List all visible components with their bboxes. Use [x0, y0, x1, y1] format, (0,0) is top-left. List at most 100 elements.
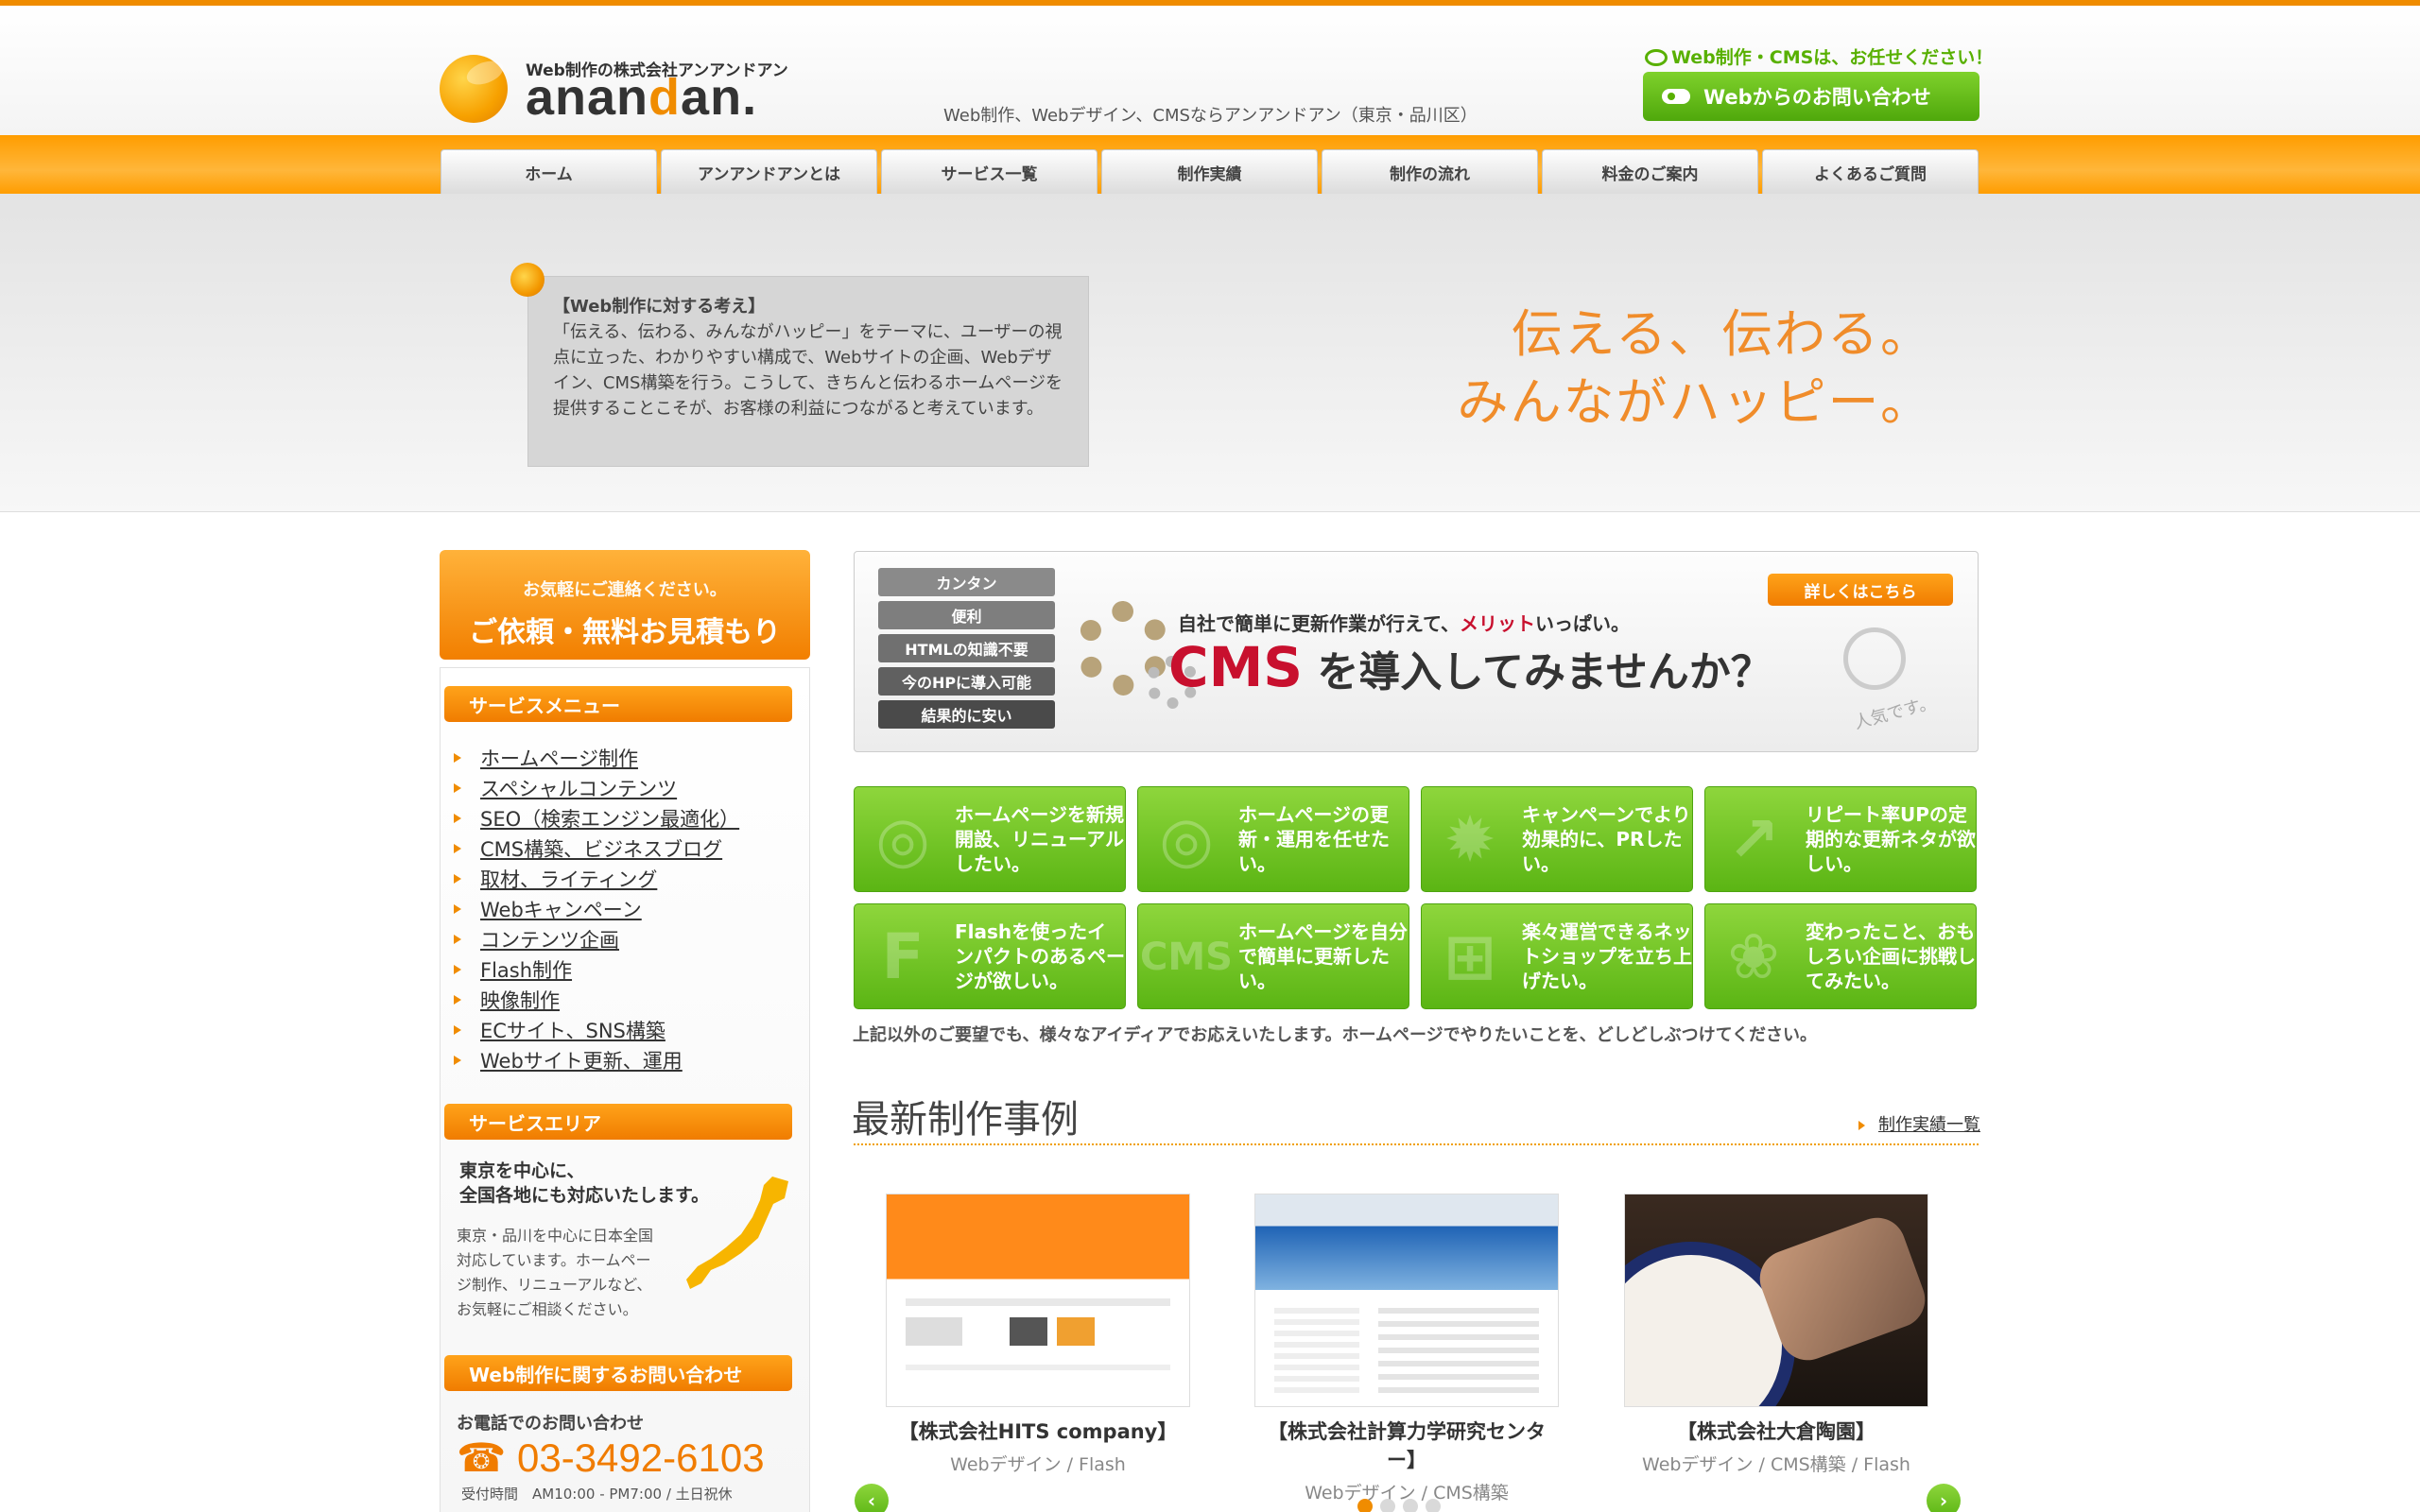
service-item[interactable]: コンテンツ企画 [454, 924, 739, 954]
catchcopy-line-1: 伝える、伝わる。 [1511, 304, 1933, 364]
work-card[interactable]: 【株式会社大倉陶園】 Webデザイン / CMS構築 / Flash [1624, 1194, 1928, 1476]
area-text-line: 東京・品川を中心に日本全国 [457, 1227, 654, 1245]
works-next-button[interactable]: › [1927, 1484, 1961, 1512]
work-thumbnail [886, 1194, 1190, 1407]
logo-wordmark[interactable]: anandan. [526, 68, 757, 127]
service-item[interactable]: SEO（検索エンジン最適化） [454, 803, 739, 833]
work-thumbnail [1624, 1194, 1928, 1407]
speech-bubble-icon [1645, 49, 1668, 66]
tile-label: Flashを使ったインパクトのあるページが欲しい。 [955, 920, 1125, 992]
tile-campaign[interactable]: ✹ キャンペーンでより効果的に、PRしたい。 [1421, 786, 1693, 892]
request-subtext: お気軽にご連絡ください。 [523, 580, 727, 600]
carousel-dot[interactable] [1426, 1499, 1441, 1512]
service-item[interactable]: ホームページ制作 [454, 743, 739, 773]
cms-headline: CMS を導入してみませんか？ [1168, 635, 1772, 699]
tile-label: リピート率UPの定期的な更新ネタが欲しい。 [1806, 803, 1976, 875]
header-speech: Web制作・CMSは、お任せください！ [1645, 43, 1993, 69]
work-thumbnail [1254, 1194, 1559, 1407]
cms-detail-button[interactable]: 詳しくはこちら [1768, 574, 1953, 606]
work-card[interactable]: 【株式会社計算力学研究センター】 Webデザイン / CMS構築 [1254, 1194, 1559, 1504]
area-text-line: お気軽にご相談ください。 [457, 1300, 638, 1318]
tile-new-site[interactable]: ◎ ホームページを新規開設、リニューアルしたい。 [854, 786, 1126, 892]
tel-number[interactable]: ☎ 03-3492-6103 [457, 1435, 765, 1481]
web-contact-button[interactable]: Webからのお問い合わせ [1643, 72, 1979, 121]
cms-subcopy: 自社で簡単に更新作業が行えて、メリットいっぱい。 [1178, 612, 1630, 635]
works-prev-button[interactable]: ‹ [855, 1484, 889, 1512]
tile-netshop[interactable]: ⊞ 楽々運営できるネットショップを立ち上げたい。 [1421, 903, 1693, 1009]
tel-hours: 受付時間 AM10:00 - PM7:00 / 土日祝休 [461, 1486, 733, 1503]
service-item[interactable]: 映像制作 [454, 985, 739, 1015]
mail-icon [1662, 89, 1690, 104]
service-item[interactable]: Flash制作 [454, 954, 739, 985]
tile-label: ホームページを新規開設、リニューアルしたい。 [955, 803, 1124, 875]
hero-section [0, 194, 2420, 512]
cms-icon: CMS [1140, 936, 1233, 979]
tile-unique[interactable]: ❀ 変わったこと、おもしろい企画に挑戦してみたい。 [1704, 903, 1977, 1009]
service-item[interactable]: Webキャンペーン [454, 894, 739, 924]
feature-tag: HTMLの知識不要 [878, 634, 1055, 662]
carousel-dot-active[interactable] [1357, 1499, 1373, 1512]
nav-works[interactable]: 制作実績 [1101, 149, 1318, 194]
trend-arrow-icon: ↗ [1727, 803, 1780, 876]
hero-catchcopy: 伝える、伝わる。 みんながハッピー。 [1458, 301, 1933, 437]
carousel-dot[interactable] [1380, 1499, 1395, 1512]
area-lead-line: 東京を中心に、 [459, 1160, 585, 1181]
carousel-dots [1357, 1499, 1441, 1512]
global-nav: ホーム アンアンドアンとは サービス一覧 制作実績 制作の流れ 料金のご案内 よ… [441, 149, 1979, 194]
burst-icon: ✹ [1443, 803, 1496, 876]
work-caption: 【株式会社HITS company】 [898, 1420, 1178, 1443]
service-item[interactable]: スペシャルコンテンツ [454, 773, 739, 803]
service-area-heading: サービスエリア [444, 1104, 792, 1140]
paw-icon: ❀ [1727, 920, 1780, 993]
tiles-note[interactable]: 上記以外のご要望でも、様々なアイディアでお応えいたします。ホームページでやりたい… [853, 1022, 1817, 1046]
work-services: Webデザイン / Flash [950, 1454, 1126, 1475]
japan-map-icon [686, 1177, 788, 1289]
site-description: Web制作、Webデザイン、CMSならアンアンドアン（東京・品川区） [943, 106, 1478, 126]
feature-tag: 今のHPに導入可能 [878, 667, 1055, 696]
nav-about[interactable]: アンアンドアンとは [661, 149, 877, 194]
service-item[interactable]: Webサイト更新、運用 [454, 1045, 739, 1075]
carousel-dot[interactable] [1403, 1499, 1418, 1512]
work-caption: 【株式会社計算力学研究センター】 [1268, 1420, 1546, 1471]
tel-number-text: 03-3492-6103 [517, 1435, 765, 1480]
nav-home[interactable]: ホーム [441, 149, 657, 194]
area-text-line: 対応しています。ホームペー [457, 1251, 651, 1269]
work-card[interactable]: 【株式会社HITS company】 Webデザイン / Flash [886, 1194, 1190, 1476]
tile-repeat[interactable]: ↗ リピート率UPの定期的な更新ネタが欲しい。 [1704, 786, 1977, 892]
globe-icon: ◎ [875, 803, 930, 876]
nav-faq[interactable]: よくあるご質問 [1762, 149, 1979, 194]
nav-services[interactable]: サービス一覧 [881, 149, 1098, 194]
service-menu-list: ホームページ制作 スペシャルコンテンツ SEO（検索エンジン最適化） CMS構築… [454, 743, 739, 1075]
cms-feature-tags: カンタン 便利 HTMLの知識不要 今のHPに導入可能 結果的に安い [878, 568, 1055, 733]
philosophy-text: 「伝える、伝わる、みんながハッピー」をテーマに、ユーザーの視点に立った、わかりや… [553, 322, 1063, 419]
request-estimate-button[interactable]: お気軽にご連絡ください。 ご依頼・無料お見積もり [440, 550, 810, 660]
request-label: ご依頼・無料お見積もり [469, 616, 781, 649]
feature-tag: 結果的に安い [878, 700, 1055, 729]
service-item[interactable]: 取材、ライティング [454, 864, 739, 894]
area-lead-line: 全国各地にも対応いたします。 [459, 1185, 710, 1206]
feature-tag: カンタン [878, 568, 1055, 596]
works-list-link[interactable]: 制作実績一覧 [1858, 1111, 1980, 1136]
catchcopy-line-2: みんながハッピー。 [1457, 372, 1933, 432]
work-services: Webデザイン / CMS構築 / Flash [1642, 1454, 1910, 1475]
feature-tag: 便利 [878, 601, 1055, 629]
tile-label: 楽々運営できるネットショップを立ち上げたい。 [1522, 920, 1692, 992]
service-area-lead: 東京を中心に、 全国各地にも対応いたします。 [459, 1159, 709, 1208]
tile-cms[interactable]: CMS ホームページを自分で簡単に更新したい。 [1137, 903, 1409, 1009]
refresh-globe-icon: ◎ [1159, 803, 1214, 876]
nav-flow[interactable]: 制作の流れ [1322, 149, 1538, 194]
tile-label: 変わったこと、おもしろい企画に挑戦してみたい。 [1806, 920, 1976, 992]
works-divider [854, 1143, 1979, 1145]
cart-icon: ⊞ [1443, 920, 1496, 993]
tile-flash[interactable]: F Flashを使ったインパクトのあるページが欲しい。 [854, 903, 1126, 1009]
service-item[interactable]: CMS構築、ビジネスブログ [454, 833, 739, 864]
service-item[interactable]: ECサイト、SNS構築 [454, 1015, 739, 1045]
nav-pricing[interactable]: 料金のご案内 [1542, 149, 1758, 194]
smile-icon [1843, 627, 1906, 690]
tile-label: ホームページを自分で簡単に更新したい。 [1238, 920, 1408, 992]
philosophy-title: 【Web制作に対する考え】 [553, 297, 766, 317]
tile-maintenance[interactable]: ◎ ホームページの更新・運用を任せたい。 [1137, 786, 1409, 892]
logo-mark[interactable] [440, 55, 508, 123]
phone-icon: ☎ [457, 1435, 507, 1480]
service-area-text: 東京・品川を中心に日本全国 対応しています。ホームペー ジ制作、リニューアルなど… [457, 1224, 653, 1322]
